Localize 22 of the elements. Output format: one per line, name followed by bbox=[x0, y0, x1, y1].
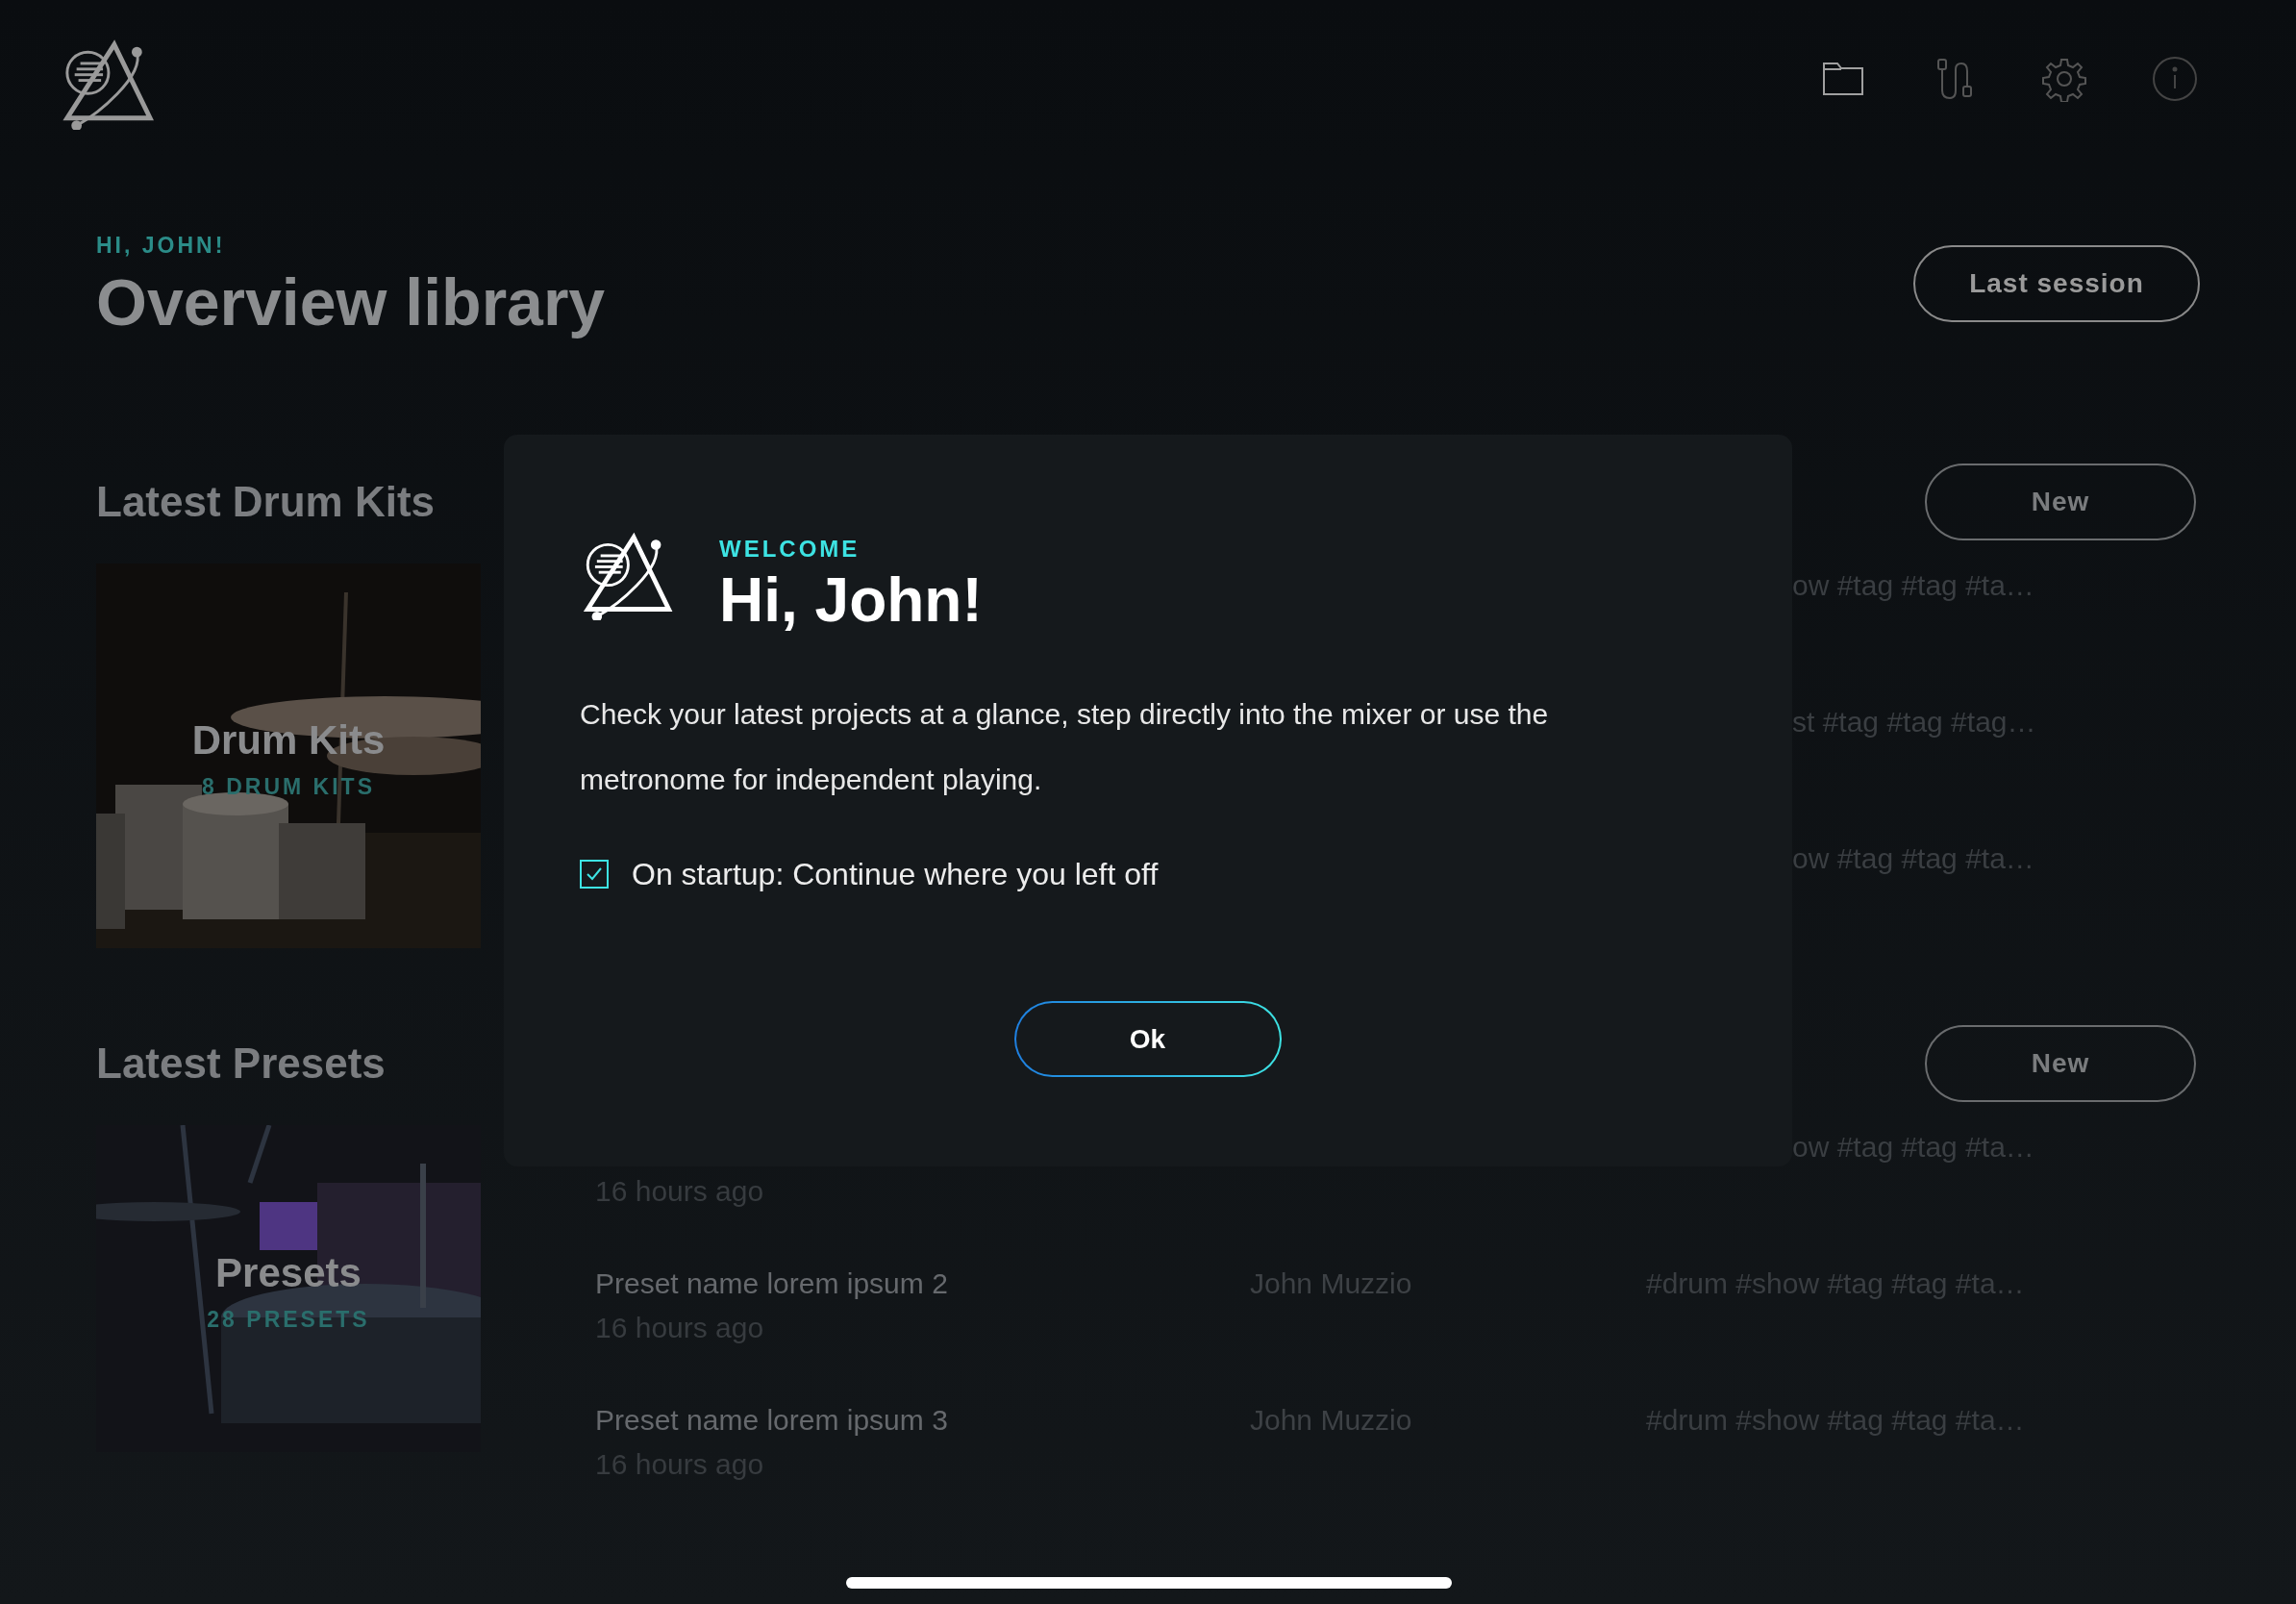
card-count: 28 PRESETS bbox=[207, 1305, 370, 1334]
section-title: Latest Drum Kits bbox=[96, 476, 436, 527]
card-count: 8 DRUM KITS bbox=[202, 772, 375, 801]
checkbox[interactable] bbox=[580, 860, 609, 890]
new-button[interactable]: New bbox=[1925, 1025, 2196, 1103]
greeting: HI, JOHN! bbox=[96, 232, 227, 260]
preset-name[interactable]: Preset name lorem ipsum 2 bbox=[595, 1262, 1250, 1307]
dialog-message: Check your latest projects at a glance, step directly into the mixer or use the metronome for independent playing. bbox=[580, 697, 1550, 798]
category-card[interactable]: Presets 28 PRESETS bbox=[96, 1125, 481, 1453]
last-session-button[interactable]: Last session bbox=[1913, 244, 2200, 322]
new-button[interactable]: New bbox=[1925, 464, 2196, 541]
card-title: Drum Kits bbox=[191, 715, 386, 764]
dialog-eyebrow: WELCOME bbox=[719, 535, 861, 564]
section-title: Latest Presets bbox=[96, 1038, 386, 1089]
settings-icon[interactable] bbox=[2041, 56, 2087, 102]
card-title: Presets bbox=[215, 1248, 362, 1297]
info-icon[interactable] bbox=[2152, 56, 2198, 102]
category-card[interactable]: Drum Kits 8 DRUM KITS bbox=[96, 564, 481, 949]
preset-name[interactable]: Preset name lorem ipsum 3 bbox=[595, 1398, 1250, 1443]
dialog-title: Hi, John! bbox=[719, 566, 983, 635]
checkbox-label[interactable]: On startup: Continue where you left off bbox=[632, 851, 1159, 898]
page-title: Overview library bbox=[96, 265, 606, 338]
